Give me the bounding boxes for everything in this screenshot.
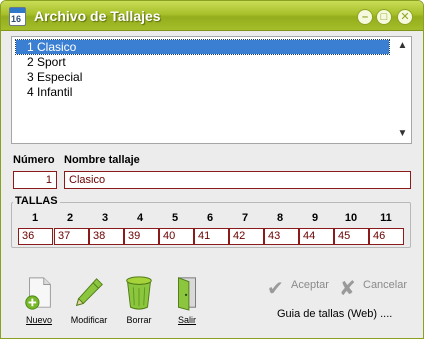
- talla-number: 1: [31, 212, 39, 224]
- modificar-button[interactable]: Modificar: [67, 275, 111, 325]
- trash-bin-icon: [126, 276, 152, 310]
- maximize-button[interactable]: □: [376, 9, 392, 25]
- cancelar-label: Cancelar: [363, 279, 408, 291]
- list-item[interactable]: 2 Sport: [16, 55, 389, 69]
- window-title: Archivo de Tallajes: [34, 8, 161, 24]
- modificar-label: Modificar: [70, 315, 108, 325]
- minimize-button[interactable]: –: [357, 9, 373, 25]
- new-document-icon: [25, 277, 51, 310]
- guia-tallas-link[interactable]: Guia de tallas (Web) ....: [277, 308, 392, 320]
- numero-label: Número: [13, 154, 55, 166]
- numero-field[interactable]: 1: [13, 171, 57, 189]
- pencil-icon: [75, 278, 103, 307]
- nombre-label: Nombre tallaje: [64, 154, 140, 166]
- talla-field[interactable]: 45: [334, 228, 369, 245]
- cancelar-button[interactable]: ✘ Cancelar: [339, 276, 411, 300]
- list-scrollbar[interactable]: ▲ ▼: [394, 37, 411, 143]
- list-item[interactable]: 1 Clasico: [15, 39, 390, 55]
- talla-field[interactable]: 39: [124, 228, 159, 245]
- salir-label: Salir: [177, 315, 196, 325]
- scroll-down-icon[interactable]: ▼: [394, 127, 411, 141]
- talla-field[interactable]: 46: [369, 228, 404, 245]
- talla-field[interactable]: 44: [299, 228, 334, 245]
- borrar-button[interactable]: Borrar: [117, 275, 161, 325]
- talla-field[interactable]: 43: [264, 228, 299, 245]
- talla-number: 11: [380, 212, 392, 224]
- scroll-up-icon[interactable]: ▲: [394, 39, 411, 53]
- tallas-title: TALLAS: [13, 195, 60, 207]
- tallajes-list[interactable]: 1 Clasico 2 Sport 3 Especial 4 Infantil …: [11, 36, 412, 144]
- talla-number: 8: [276, 212, 284, 224]
- talla-number: 6: [206, 212, 214, 224]
- talla-number: 4: [136, 212, 144, 224]
- aceptar-button[interactable]: ✔ Aceptar: [267, 276, 333, 300]
- calendar-icon: 16: [9, 7, 26, 26]
- talla-field[interactable]: 38: [89, 228, 124, 245]
- talla-number: 7: [241, 212, 249, 224]
- talla-number: 10: [344, 212, 358, 224]
- nuevo-label: Nuevo: [25, 315, 52, 325]
- close-button[interactable]: ✕: [397, 9, 413, 25]
- talla-number: 9: [311, 212, 319, 224]
- talla-field[interactable]: 36: [18, 228, 53, 245]
- salir-button[interactable]: Salir: [165, 275, 209, 325]
- checkmark-icon: ✔: [267, 278, 284, 300]
- nuevo-button[interactable]: Nuevo: [17, 275, 61, 325]
- talla-field[interactable]: 40: [159, 228, 194, 245]
- talla-number: 5: [171, 212, 179, 224]
- talla-field[interactable]: 42: [229, 228, 264, 245]
- list-item[interactable]: 3 Especial: [16, 70, 389, 84]
- talla-field[interactable]: 37: [54, 228, 89, 245]
- aceptar-label: Aceptar: [291, 279, 329, 291]
- cross-icon: ✘: [339, 278, 356, 300]
- title-bar[interactable]: 16 Archivo de Tallajes – □ ✕: [1, 1, 423, 31]
- exit-door-icon: [178, 277, 196, 311]
- talla-field[interactable]: 41: [194, 228, 229, 245]
- talla-number: 2: [66, 212, 74, 224]
- list-item[interactable]: 4 Infantil: [16, 85, 389, 99]
- talla-number: 3: [101, 212, 109, 224]
- nombre-field[interactable]: Clasico: [64, 171, 411, 189]
- tallajes-window: 16 Archivo de Tallajes – □ ✕ 1 Clasico 2…: [0, 0, 424, 339]
